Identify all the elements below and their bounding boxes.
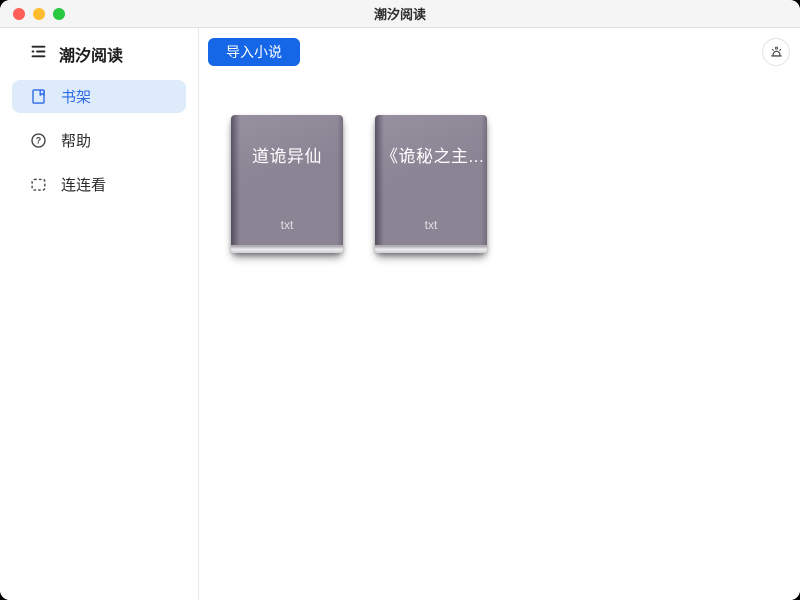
book-title: 道诡异仙	[231, 115, 343, 167]
book-item[interactable]: 道诡异仙 txt	[231, 115, 343, 253]
sidebar-item-label: 帮助	[61, 130, 91, 151]
alert-button[interactable]	[762, 38, 790, 66]
book-title: 《诡秘之主...	[375, 115, 487, 167]
sidebar: 潮汐阅读 书架 ?	[0, 28, 199, 600]
close-button[interactable]	[13, 8, 25, 20]
traffic-lights	[13, 8, 65, 20]
dashed-square-icon	[30, 176, 47, 193]
app-window: 潮汐阅读 潮汐阅读	[0, 0, 800, 600]
sidebar-item-bookshelf[interactable]: 书架	[12, 80, 186, 113]
sidebar-item-lianliankan[interactable]: 连连看	[12, 168, 186, 201]
sidebar-nav: 书架 ? 帮助	[0, 80, 198, 201]
sidebar-item-label: 书架	[61, 86, 91, 107]
bookshelf-grid: 道诡异仙 txt 《诡秘之主... txt	[231, 115, 487, 253]
sidebar-item-label: 连连看	[61, 174, 106, 195]
book-icon	[30, 88, 47, 105]
book-format-label: txt	[231, 218, 343, 232]
book-item[interactable]: 《诡秘之主... txt	[375, 115, 487, 253]
zoom-button[interactable]	[53, 8, 65, 20]
sidebar-app-header: 潮汐阅读	[0, 40, 198, 68]
book-pages-edge	[375, 245, 487, 253]
help-circle-icon: ?	[30, 132, 47, 149]
main-content: 导入小说 道诡异仙 txt	[199, 28, 800, 600]
book-pages-edge	[231, 245, 343, 253]
sidebar-item-help[interactable]: ? 帮助	[12, 124, 186, 157]
minimize-button[interactable]	[33, 8, 45, 20]
book-cover: 道诡异仙 txt	[231, 115, 343, 245]
import-novel-button[interactable]: 导入小说	[208, 38, 300, 66]
book-format-label: txt	[375, 218, 487, 232]
app-logo-icon	[30, 43, 47, 65]
book-cover: 《诡秘之主... txt	[375, 115, 487, 245]
window-title: 潮汐阅读	[374, 4, 426, 23]
window-titlebar: 潮汐阅读	[0, 0, 800, 28]
svg-text:?: ?	[36, 136, 42, 146]
siren-icon	[768, 44, 785, 61]
sidebar-app-title: 潮汐阅读	[59, 42, 123, 66]
